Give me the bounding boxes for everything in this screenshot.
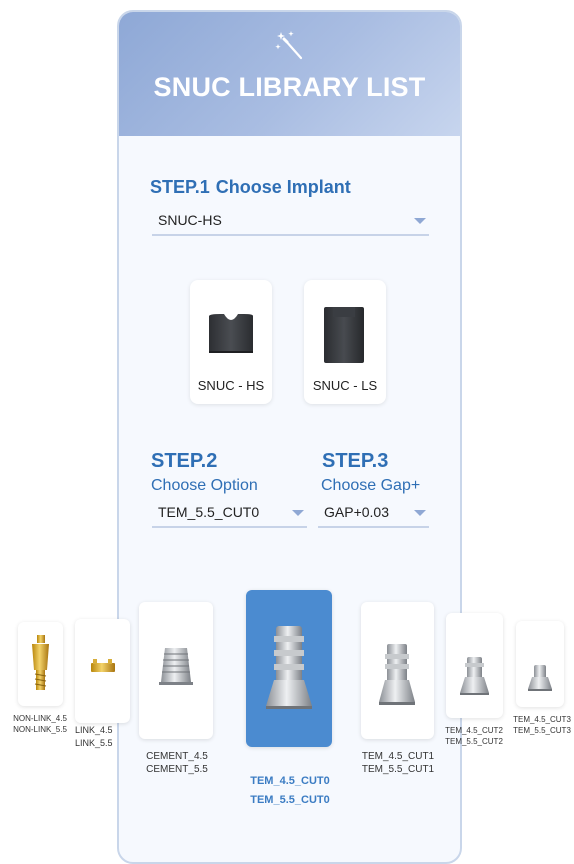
library-label-line: TEM_5.5_CUT1 xyxy=(361,764,435,775)
abutment-image xyxy=(379,644,415,705)
library-label-line: CEMENT_4.5 xyxy=(146,751,208,762)
library-label-line: LINK_5.5 xyxy=(75,738,113,748)
abutment-image xyxy=(266,626,312,709)
implant-card-hs[interactable]: SNUC - HS xyxy=(190,280,272,404)
library-card-tem-cut3[interactable] xyxy=(516,621,564,707)
library-label-non-link: NON-LINK_4.5 NON-LINK_5.5 xyxy=(9,713,71,735)
gap-select[interactable]: GAP+0.03 xyxy=(318,502,429,528)
library-label-line: TEM_4.5_CUT2 xyxy=(445,726,503,735)
abutment-image xyxy=(528,665,552,691)
implant-select[interactable]: SNUC-HS xyxy=(152,210,429,236)
abutment-image xyxy=(460,657,489,695)
library-label-line: TEM_4.5_CUT3 xyxy=(513,715,571,724)
library-label-tem-cut0: TEM_4.5_CUT0 TEM_5.5_CUT0 xyxy=(244,772,336,810)
library-label-tem-cut3: TEM_4.5_CUT3 TEM_5.5_CUT3 xyxy=(510,714,574,736)
step2-label: STEP.2 xyxy=(151,450,218,472)
library-label-tem-cut2: TEM_4.5_CUT2 TEM_5.5_CUT2 xyxy=(440,725,508,747)
library-label-line: LINK_4.5 xyxy=(75,725,113,735)
gap-select-value: GAP+0.03 xyxy=(324,504,389,520)
library-card-tem-cut1[interactable] xyxy=(361,602,434,739)
step3-title: Choose Gap+ xyxy=(321,477,421,494)
library-label-cement: CEMENT_4.5 CEMENT_5.5 xyxy=(140,750,214,776)
library-card-non-link[interactable] xyxy=(18,622,63,706)
implant-hs-image xyxy=(209,314,253,353)
chevron-down-icon[interactable] xyxy=(292,510,304,516)
implant-card-ls[interactable]: SNUC - LS xyxy=(304,280,386,404)
step2-title: Choose Option xyxy=(151,477,258,494)
library-label-line: NON-LINK_4.5 xyxy=(13,714,67,723)
library-label-line: TEM_4.5_CUT1 xyxy=(361,751,435,762)
library-label-line: TEM_4.5_CUT0 xyxy=(250,775,330,787)
option-select-value: TEM_5.5_CUT0 xyxy=(158,504,260,520)
step3-label: STEP.3 xyxy=(322,450,389,472)
library-card-tem-cut2[interactable] xyxy=(446,613,503,718)
library-label-tem-cut1: TEM_4.5_CUT1 TEM_5.5_CUT1 xyxy=(359,750,437,776)
library-label-line: CEMENT_5.5 xyxy=(146,764,208,775)
step1-title: Choose Implant xyxy=(215,177,351,197)
library-card-cement[interactable] xyxy=(139,602,213,739)
library-label-line: TEM_5.5_CUT2 xyxy=(445,737,503,746)
page-title: SNUC LIBRARY LIST xyxy=(153,72,426,102)
option-select[interactable]: TEM_5.5_CUT0 xyxy=(152,502,307,528)
library-card-tem-cut0[interactable] xyxy=(246,590,332,747)
magic-wand-icon xyxy=(275,30,307,62)
library-label-line: TEM_5.5_CUT0 xyxy=(250,794,330,806)
step1-label: STEP.1 xyxy=(150,177,210,197)
library-label-line: NON-LINK_5.5 xyxy=(13,725,67,734)
library-label-link: LINK_4.5 LINK_5.5 xyxy=(75,724,113,750)
library-card-link[interactable] xyxy=(75,619,130,723)
abutment-image xyxy=(91,659,115,672)
abutment-image xyxy=(32,635,49,690)
implant-select-value: SNUC-HS xyxy=(158,212,222,228)
step1-heading: STEP.1 Choose Implant xyxy=(150,177,351,198)
panel-header: SNUC LIBRARY LIST xyxy=(119,12,460,136)
abutment-image xyxy=(159,648,193,685)
implant-card-label: SNUC - HS xyxy=(197,378,265,393)
library-label-line: TEM_5.5_CUT3 xyxy=(513,726,571,735)
chevron-down-icon[interactable] xyxy=(414,510,426,516)
implant-ls-image xyxy=(324,307,364,363)
implant-card-label: SNUC - LS xyxy=(312,378,378,393)
chevron-down-icon[interactable] xyxy=(414,218,426,224)
